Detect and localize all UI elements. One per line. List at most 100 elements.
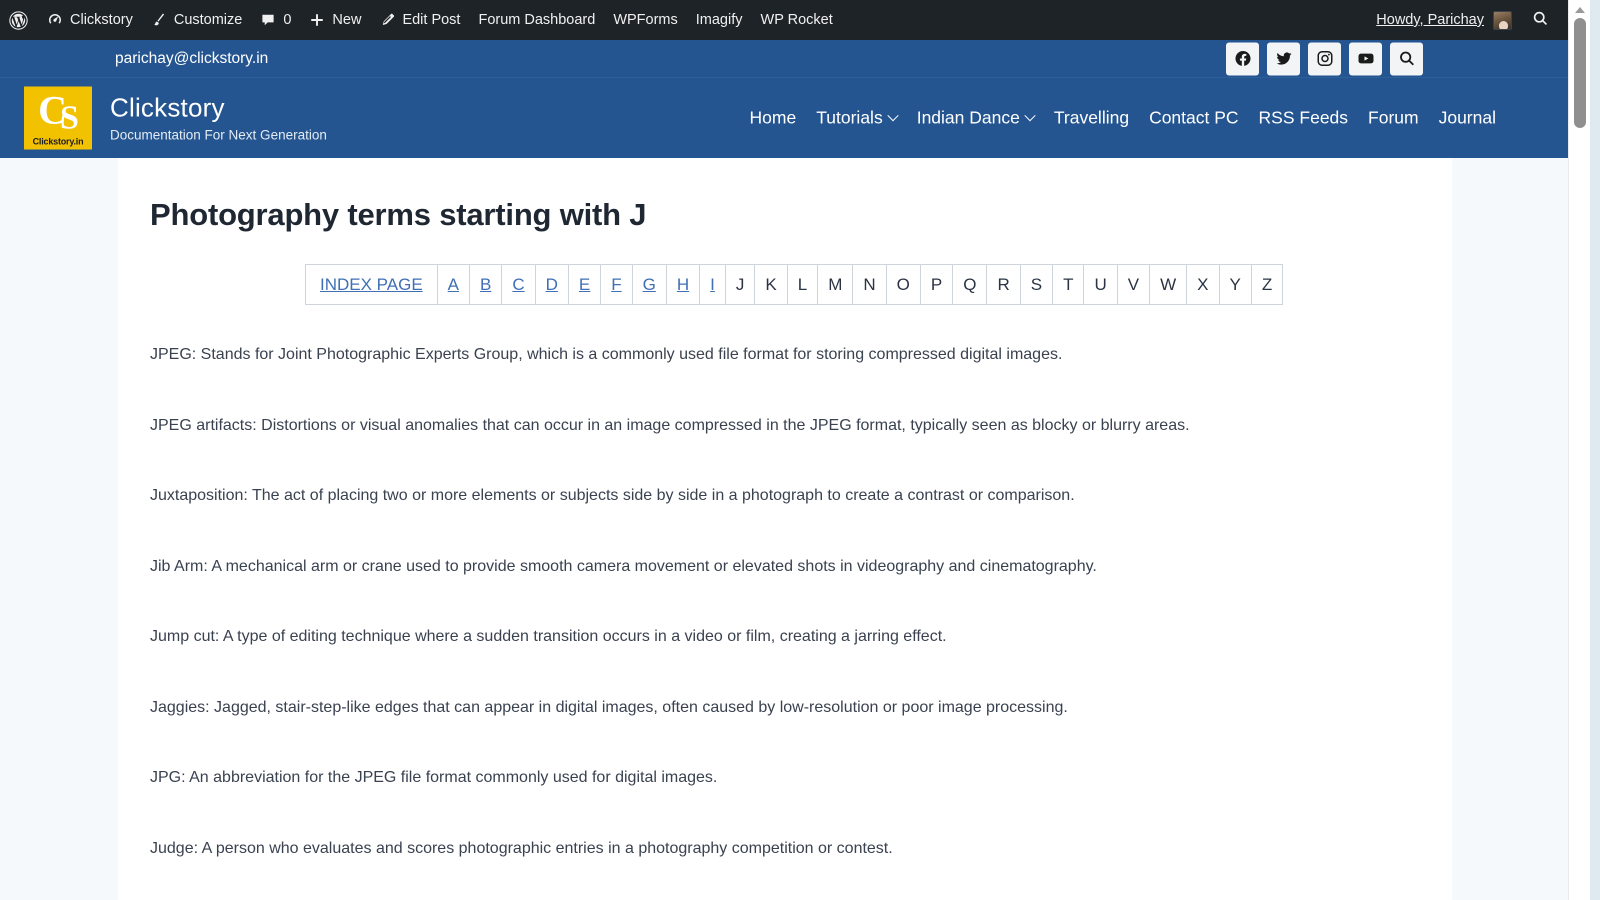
nav-item-rss-feeds[interactable]: RSS Feeds — [1249, 102, 1358, 135]
index-link[interactable]: G — [643, 275, 656, 294]
nav-item-contact-pc[interactable]: Contact PC — [1139, 102, 1248, 135]
nav-label: Home — [749, 107, 797, 128]
avatar — [1493, 10, 1512, 30]
nav-item-journal[interactable]: Journal — [1429, 102, 1506, 135]
header-brand-row: CS Clickstory.in Clickstory Documentatio… — [0, 78, 1568, 158]
admin-bar-wordpress-logo[interactable] — [0, 0, 38, 40]
index-link[interactable]: B — [480, 275, 491, 294]
index-cell-n: N — [852, 264, 887, 305]
site-header: parichay@clickstory.in CS Clickstory.in … — [0, 40, 1568, 158]
index-link[interactable]: I — [710, 275, 715, 294]
wordpress-logo-icon — [8, 10, 29, 31]
alphabet-index-row: INDEX PAGE A B C D E F G H I J K L M N O P Q R S T U V W X Y Z — [305, 264, 1284, 305]
definition-item: Juxtaposition: The act of placing two or… — [150, 487, 1075, 504]
index-link[interactable]: E — [579, 275, 590, 294]
index-cell-p: P — [919, 264, 954, 305]
index-link[interactable]: INDEX PAGE — [320, 275, 423, 294]
index-cell-f[interactable]: F — [600, 264, 633, 305]
definition-item: JPEG artifacts: Distortions or visual an… — [150, 416, 1190, 434]
nav-label: Contact PC — [1149, 107, 1239, 128]
admin-bar-item-edit-post[interactable]: Edit Post — [370, 0, 469, 40]
index-link[interactable]: A — [448, 275, 459, 294]
header-top-bar: parichay@clickstory.in — [0, 40, 1568, 78]
admin-bar-label: New — [332, 12, 362, 28]
alphabet-index: INDEX PAGE A B C D E F G H I J K L M N O P Q R S T U V W X Y Z — [305, 264, 1284, 305]
admin-bar-item-new[interactable]: New — [300, 0, 370, 40]
index-cell-d[interactable]: D — [534, 264, 569, 305]
index-cell-v: V — [1116, 264, 1151, 305]
index-cell-y: Y — [1218, 264, 1252, 305]
admin-bar-item-wpforms[interactable]: WPForms — [604, 0, 686, 40]
admin-bar-label: Forum Dashboard — [478, 12, 596, 28]
index-cell-m: M — [817, 264, 854, 305]
vertical-scrollbar[interactable] — [1568, 0, 1590, 900]
definition-item: JPG: An abbreviation for the JPEG file f… — [150, 769, 718, 786]
nav-label: Forum — [1368, 107, 1419, 128]
admin-bar-item-forum-dashboard[interactable]: Forum Dashboard — [469, 0, 604, 40]
definition-item: Jib Arm: A mechanical arm or crane used … — [150, 557, 1097, 575]
admin-bar-item-clickstory[interactable]: Clickstory — [38, 0, 142, 40]
facebook-link[interactable] — [1226, 42, 1259, 75]
admin-bar-label: Clickstory — [70, 12, 133, 28]
definition-item: Jaggies: Jagged, stair-step-like edges t… — [150, 698, 1068, 716]
admin-bar-item-imagify[interactable]: Imagify — [687, 0, 752, 40]
index-cell-i[interactable]: I — [699, 264, 726, 305]
index-link[interactable]: C — [512, 275, 524, 294]
site-logo[interactable]: CS Clickstory.in — [24, 86, 92, 150]
nav-label: Journal — [1438, 107, 1496, 128]
admin-bar-search-button[interactable] — [1521, 10, 1560, 31]
index-link[interactable]: H — [677, 275, 689, 294]
index-cell-e[interactable]: E — [567, 264, 602, 305]
definition-item: Jump cut: A type of editing technique wh… — [150, 628, 947, 645]
nav-item-indian-dance[interactable]: Indian Dance — [907, 102, 1044, 135]
scroll-thumb[interactable] — [1574, 18, 1586, 128]
admin-bar-item-comments[interactable]: 0 — [251, 0, 300, 40]
contact-email-link[interactable]: parichay@clickstory.in — [115, 50, 268, 68]
index-link[interactable]: D — [546, 275, 558, 294]
dashboard-icon — [47, 12, 63, 28]
instagram-icon — [1316, 50, 1334, 68]
admin-bar-label: WP Rocket — [760, 12, 833, 28]
comment-bubble-icon — [260, 12, 276, 28]
nav-item-tutorials[interactable]: Tutorials — [806, 102, 906, 135]
index-cell-k: K — [754, 264, 788, 305]
nav-item-forum[interactable]: Forum — [1358, 102, 1429, 135]
browser-page: Clickstory Customize 0 New Edit Post For… — [0, 0, 1600, 900]
instagram-link[interactable] — [1308, 42, 1341, 75]
twitter-icon — [1275, 50, 1293, 68]
scroll-up-arrow-icon[interactable] — [1569, 2, 1591, 18]
chevron-down-icon — [887, 109, 899, 121]
site-title[interactable]: Clickstory — [110, 93, 327, 124]
index-cell-h[interactable]: H — [665, 264, 701, 305]
index-cell-index-page[interactable]: INDEX PAGE — [305, 264, 438, 305]
page-title: Photography terms starting with J — [150, 197, 647, 232]
twitter-link[interactable] — [1267, 42, 1300, 75]
index-cell-g[interactable]: G — [631, 264, 667, 305]
nav-item-travelling[interactable]: Travelling — [1044, 102, 1139, 135]
nav-label: Indian Dance — [916, 107, 1020, 128]
site-tagline: Documentation For Next Generation — [110, 127, 327, 143]
youtube-link[interactable] — [1349, 42, 1382, 75]
chevron-down-icon — [1024, 109, 1036, 121]
index-cell-j: J — [724, 264, 756, 305]
admin-bar-label: Imagify — [695, 12, 743, 28]
primary-navigation: Home Tutorials Indian Dance Travelling C… — [740, 102, 1506, 135]
admin-bar-my-account[interactable]: Howdy, Parichay — [1367, 10, 1521, 30]
nav-item-home[interactable]: Home — [740, 102, 807, 135]
header-search-button[interactable] — [1390, 42, 1423, 75]
wp-admin-bar: Clickstory Customize 0 New Edit Post For… — [0, 0, 1568, 40]
pencil-icon — [379, 12, 395, 28]
admin-bar-label: Customize — [173, 12, 243, 28]
admin-bar-item-customize[interactable]: Customize — [142, 0, 252, 40]
logo-caption: Clickstory.in — [32, 136, 84, 147]
index-cell-l: L — [786, 264, 819, 305]
admin-bar-item-wp-rocket[interactable]: WP Rocket — [752, 0, 842, 40]
index-cell-a[interactable]: A — [436, 264, 471, 305]
index-cell-s: S — [1019, 264, 1054, 305]
index-cell-c[interactable]: C — [501, 264, 536, 305]
admin-bar-right-group: Howdy, Parichay — [1367, 10, 1568, 31]
index-cell-u: U — [1083, 264, 1118, 305]
index-cell-b[interactable]: B — [468, 264, 503, 305]
index-link[interactable]: F — [611, 275, 621, 294]
admin-bar-comment-count: 0 — [283, 12, 292, 28]
